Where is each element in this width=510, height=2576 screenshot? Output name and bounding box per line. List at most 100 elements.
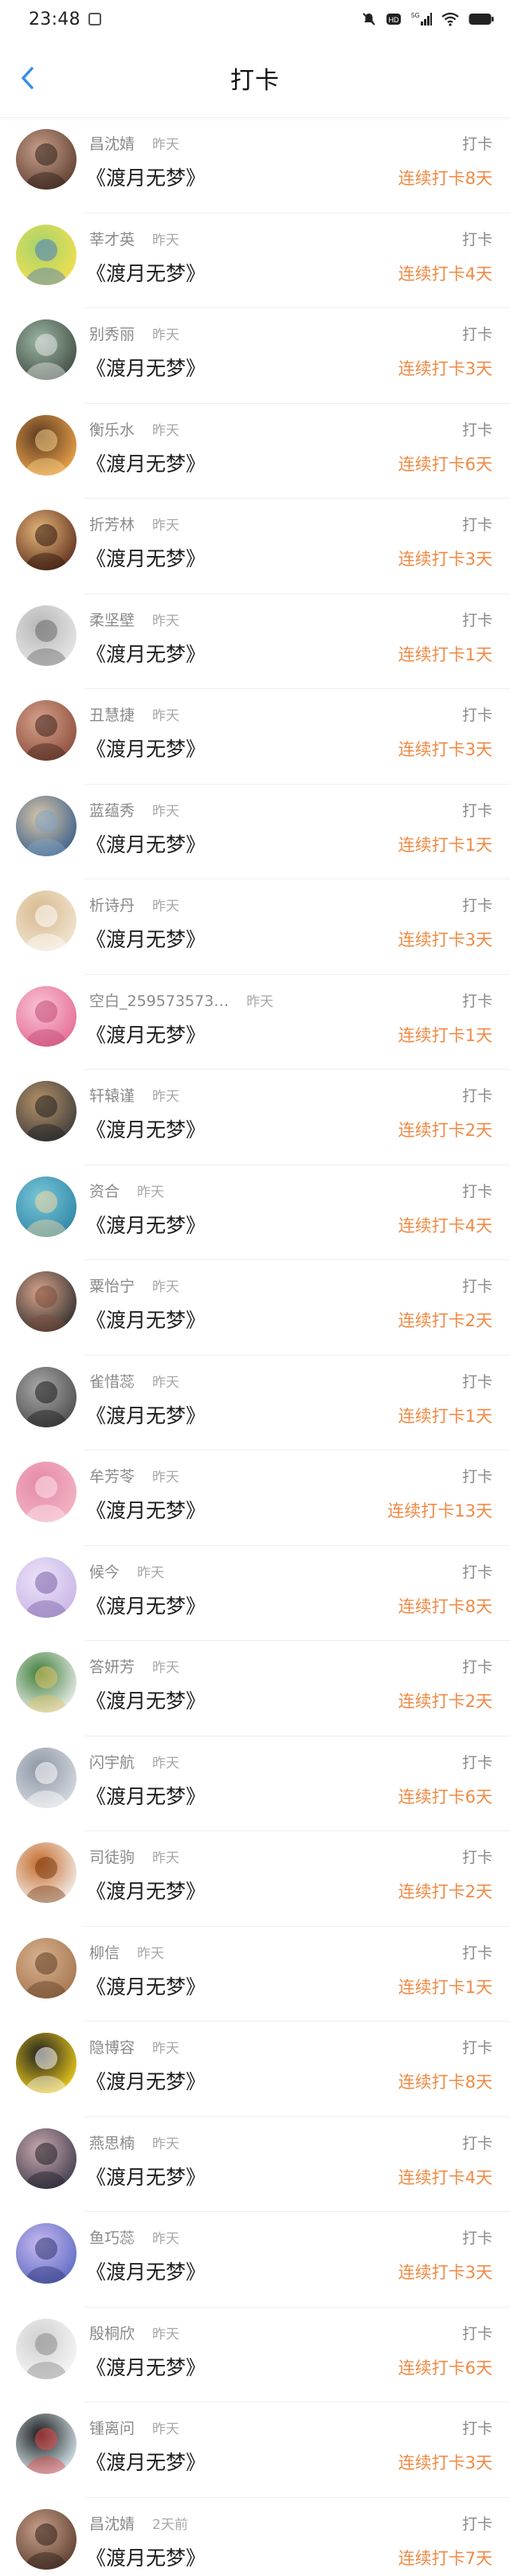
checkin-item[interactable]: 雀惜蕊 昨天 《渡月无梦》 打卡 连续打卡1天 [0, 1356, 510, 1451]
avatar[interactable] [16, 985, 76, 1047]
book-title[interactable]: 《渡月无梦》 [86, 2162, 206, 2190]
book-title[interactable]: 《渡月无梦》 [86, 162, 206, 191]
checkin-item[interactable]: 隐博容 昨天 《渡月无梦》 打卡 连续打卡8天 [0, 2022, 510, 2117]
avatar[interactable] [16, 605, 76, 666]
book-title[interactable]: 《渡月无梦》 [86, 1685, 206, 1714]
avatar[interactable] [16, 2508, 76, 2570]
book-title[interactable]: 《渡月无梦》 [86, 2543, 206, 2571]
user-name[interactable]: 雀惜蕊 [89, 1373, 135, 1391]
book-title[interactable]: 《渡月无梦》 [86, 1495, 206, 1524]
book-title[interactable]: 《渡月无梦》 [86, 1781, 206, 1810]
book-title[interactable]: 《渡月无梦》 [86, 2066, 206, 2095]
checkin-item[interactable]: 鱼巧蕊 昨天 《渡月无梦》 打卡 连续打卡3天 [0, 2212, 510, 2308]
back-button[interactable] [13, 62, 41, 94]
book-title[interactable]: 《渡月无梦》 [86, 258, 206, 287]
book-title[interactable]: 《渡月无梦》 [86, 543, 206, 572]
checkin-item[interactable]: 衡乐水 昨天 《渡月无梦》 打卡 连续打卡6天 [0, 404, 510, 499]
user-name[interactable]: 柳信 [89, 1944, 120, 1962]
avatar[interactable] [16, 510, 76, 570]
checkin-item[interactable]: 资合 昨天 《渡月无梦》 打卡 连续打卡4天 [0, 1165, 510, 1261]
book-title[interactable]: 《渡月无梦》 [86, 2352, 206, 2381]
user-name[interactable]: 燕思楠 [89, 2135, 135, 2152]
user-name[interactable]: 析诗丹 [89, 897, 135, 914]
avatar[interactable] [16, 1937, 76, 1999]
checkin-item[interactable]: 蓝蕴秀 昨天 《渡月无梦》 打卡 连续打卡1天 [0, 785, 510, 880]
user-name[interactable]: 柔坚壁 [89, 612, 135, 629]
checkin-item[interactable]: 粟怡宁 昨天 《渡月无梦》 打卡 连续打卡2天 [0, 1260, 510, 1356]
book-title[interactable]: 《渡月无梦》 [86, 1971, 206, 2000]
avatar[interactable] [16, 1652, 76, 1713]
avatar[interactable] [16, 1462, 76, 1522]
avatar[interactable] [16, 1271, 76, 1332]
book-title[interactable]: 《渡月无梦》 [86, 924, 206, 953]
user-name[interactable]: 昌沈婧 [89, 2515, 135, 2533]
book-title[interactable]: 《渡月无梦》 [86, 1591, 206, 1619]
checkin-item[interactable]: 昌沈婧 2天前 《渡月无梦》 打卡 连续打卡7天 [0, 2498, 510, 2576]
book-title[interactable]: 《渡月无梦》 [86, 829, 206, 858]
avatar[interactable] [16, 1176, 76, 1237]
avatar[interactable] [16, 414, 76, 476]
checkin-item[interactable]: 闪宇航 昨天 《渡月无梦》 打卡 连续打卡6天 [0, 1736, 510, 1832]
book-title[interactable]: 《渡月无梦》 [86, 448, 206, 477]
avatar[interactable] [16, 1366, 76, 1427]
book-title[interactable]: 《渡月无梦》 [86, 1400, 206, 1429]
checkin-item[interactable]: 空白_259573573… 昨天 《渡月无梦》 打卡 连续打卡1天 [0, 975, 510, 1071]
book-title[interactable]: 《渡月无梦》 [86, 1305, 206, 1333]
avatar[interactable] [16, 1556, 76, 1618]
book-title[interactable]: 《渡月无梦》 [86, 734, 206, 762]
avatar[interactable] [16, 2414, 76, 2474]
book-title[interactable]: 《渡月无梦》 [86, 1876, 206, 1905]
book-title[interactable]: 《渡月无梦》 [86, 1020, 206, 1048]
user-name[interactable]: 候今 [89, 1564, 120, 1581]
avatar[interactable] [16, 700, 76, 761]
book-title[interactable]: 《渡月无梦》 [86, 1114, 206, 1143]
checkin-item[interactable]: 候今 昨天 《渡月无梦》 打卡 连续打卡8天 [0, 1546, 510, 1642]
user-name[interactable]: 别秀丽 [89, 326, 135, 343]
avatar[interactable] [16, 319, 76, 380]
user-name[interactable]: 空白_259573573… [89, 992, 229, 1010]
avatar[interactable] [16, 2033, 76, 2093]
avatar[interactable] [16, 891, 76, 951]
checkin-item[interactable]: 别秀丽 昨天 《渡月无梦》 打卡 连续打卡3天 [0, 308, 510, 404]
checkin-item[interactable]: 轩辕谨 昨天 《渡月无梦》 打卡 连续打卡2天 [0, 1070, 510, 1165]
avatar[interactable] [16, 2128, 76, 2189]
avatar[interactable] [16, 224, 76, 285]
user-name[interactable]: 折芳林 [89, 516, 135, 534]
avatar[interactable] [16, 1081, 76, 1141]
user-name[interactable]: 莘才英 [89, 231, 135, 249]
user-name[interactable]: 闪宇航 [89, 1754, 135, 1771]
user-name[interactable]: 丑慧捷 [89, 707, 135, 724]
user-name[interactable]: 牟芳苓 [89, 1468, 135, 1486]
checkin-item[interactable]: 折芳林 昨天 《渡月无梦》 打卡 连续打卡3天 [0, 499, 510, 594]
book-title[interactable]: 《渡月无梦》 [86, 353, 206, 382]
checkin-item[interactable]: 析诗丹 昨天 《渡月无梦》 打卡 连续打卡3天 [0, 879, 510, 975]
checkin-item[interactable]: 柔坚壁 昨天 《渡月无梦》 打卡 连续打卡1天 [0, 594, 510, 690]
avatar[interactable] [16, 1842, 76, 1903]
user-name[interactable]: 司徒驹 [89, 1849, 135, 1866]
checkin-item[interactable]: 殷桐欣 昨天 《渡月无梦》 打卡 连续打卡6天 [0, 2308, 510, 2403]
checkin-item[interactable]: 司徒驹 昨天 《渡月无梦》 打卡 连续打卡2天 [0, 1831, 510, 1927]
user-name[interactable]: 粟怡宁 [89, 1278, 135, 1295]
checkin-item[interactable]: 燕思楠 昨天 《渡月无梦》 打卡 连续打卡4天 [0, 2117, 510, 2213]
avatar[interactable] [16, 1747, 76, 1808]
book-title[interactable]: 《渡月无梦》 [86, 2447, 206, 2476]
book-title[interactable]: 《渡月无梦》 [86, 2257, 206, 2285]
user-name[interactable]: 殷桐欣 [89, 2325, 135, 2343]
checkin-item[interactable]: 牟芳苓 昨天 《渡月无梦》 打卡 连续打卡13天 [0, 1450, 510, 1546]
book-title[interactable]: 《渡月无梦》 [86, 1210, 206, 1239]
user-name[interactable]: 蓝蕴秀 [89, 802, 135, 820]
book-title[interactable]: 《渡月无梦》 [86, 639, 206, 667]
avatar[interactable] [16, 2223, 76, 2284]
user-name[interactable]: 资合 [89, 1183, 120, 1200]
user-name[interactable]: 隐博容 [89, 2039, 135, 2057]
checkin-item[interactable]: 答妍芳 昨天 《渡月无梦》 打卡 连续打卡2天 [0, 1641, 510, 1736]
avatar[interactable] [16, 795, 76, 856]
checkin-item[interactable]: 锺离问 昨天 《渡月无梦》 打卡 连续打卡3天 [0, 2402, 510, 2498]
checkin-item[interactable]: 昌沈婧 昨天 《渡月无梦》 打卡 连续打卡8天 [0, 118, 510, 213]
user-name[interactable]: 昌沈婧 [89, 135, 135, 153]
avatar[interactable] [16, 2318, 76, 2379]
user-name[interactable]: 答妍芳 [89, 1658, 135, 1676]
checkin-item[interactable]: 丑慧捷 昨天 《渡月无梦》 打卡 连续打卡3天 [0, 689, 510, 785]
checkin-item[interactable]: 柳信 昨天 《渡月无梦》 打卡 连续打卡1天 [0, 1927, 510, 2022]
user-name[interactable]: 鱼巧蕊 [89, 2230, 135, 2247]
